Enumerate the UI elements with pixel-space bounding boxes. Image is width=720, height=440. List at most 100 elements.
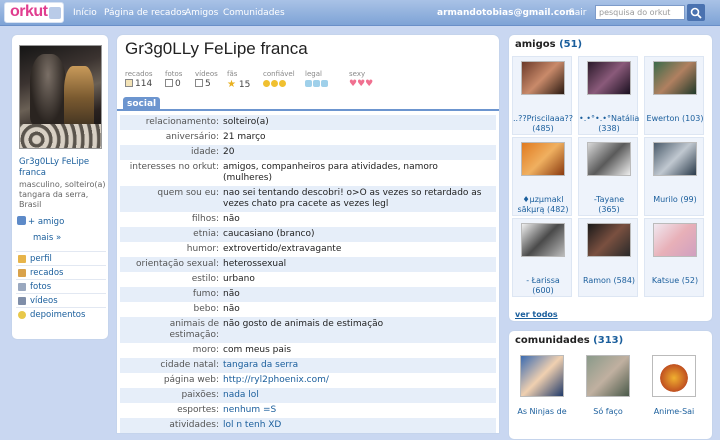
search-input[interactable]: pesquisa do orkut	[595, 5, 685, 20]
field-label: aniversário:	[165, 132, 219, 142]
community-photo[interactable]	[652, 355, 696, 397]
friend-card[interactable]: Ramon (584)	[578, 218, 638, 297]
communities-count[interactable]: (313)	[593, 335, 623, 346]
community-photo[interactable]	[520, 355, 564, 397]
friend-photo[interactable]	[653, 142, 697, 176]
stat-recados[interactable]: recados 114	[125, 70, 153, 89]
stat-confiavel: confiável	[263, 70, 295, 89]
friend-card[interactable]: Katsue (52)	[644, 218, 704, 297]
friend-card[interactable]: - Łarissa (600)	[512, 218, 572, 297]
community-name[interactable]: Só faço	[578, 407, 638, 416]
table-row: fumo: não	[120, 287, 496, 302]
table-row: cidade natal: tangara da serra	[120, 358, 496, 373]
stat-videos[interactable]: vídeos 5	[195, 70, 218, 89]
friend-photo[interactable]	[587, 223, 631, 257]
stat-fotos[interactable]: fotos 0	[165, 70, 182, 89]
friend-card[interactable]: ..??Priscilaaa?? (485)	[512, 56, 573, 135]
menu-item-perfil[interactable]: perfil	[16, 251, 106, 265]
table-row: quem sou eu: nao sei tentando descobri! o…	[120, 186, 496, 212]
field-label: cidade natal:	[160, 360, 219, 370]
stat-fas[interactable]: fãs ★ 15	[227, 70, 250, 90]
heart-icon: ♥	[349, 79, 358, 89]
smiley-icon	[279, 80, 286, 87]
nav-inicio[interactable]: Início	[73, 8, 97, 18]
friend-card[interactable]: Ewerton (103)	[644, 56, 704, 135]
nav-comunidades[interactable]: Comunidades	[223, 8, 285, 18]
more-link[interactable]: mais »	[33, 233, 61, 243]
field-value: solteiro(a)	[223, 117, 269, 127]
profile-photo[interactable]	[19, 45, 102, 149]
add-friend-link[interactable]: + amigo	[17, 216, 64, 227]
friend-card[interactable]: •.•°•.•°Natália (338)	[578, 56, 639, 135]
see-all-friends-link[interactable]: ver todos	[515, 310, 558, 319]
community-name[interactable]: Anime-Sai	[644, 407, 704, 416]
menu-item-label: depoimentos	[30, 310, 86, 320]
page-title: Gr3g0LLy FeLipe franca	[125, 39, 308, 58]
friend-name[interactable]: Katsue (52)	[645, 276, 705, 286]
friend-card[interactable]: ♦µzµmakl sākµrą (482)	[512, 137, 572, 216]
friend-photo[interactable]	[521, 142, 565, 176]
nav-pagina-de-recados[interactable]: Página de recados	[104, 8, 186, 18]
tab-social[interactable]: social	[123, 97, 161, 111]
friend-photo[interactable]	[521, 61, 565, 95]
field-value: heterossexual	[223, 259, 287, 269]
scrap-icon	[125, 79, 133, 87]
friends-count[interactable]: (51)	[559, 39, 582, 50]
field-value[interactable]: nenhum =S	[219, 405, 489, 416]
friend-name[interactable]: - Łarissa (600)	[513, 276, 573, 296]
friend-name-text: •.•°•.•°Natália	[579, 114, 640, 123]
friend-card[interactable]: -Tayane (365)	[578, 137, 638, 216]
field-value: nao sei tentando descobri! o>O as vezes …	[223, 188, 482, 209]
search-button[interactable]	[687, 4, 705, 21]
stat-label: legal	[305, 70, 322, 78]
friend-photo[interactable]	[653, 223, 697, 257]
communities-title[interactable]: comunidades	[515, 335, 590, 346]
profile-name-link[interactable]: Gr3g0LLy FeLipe franca	[19, 157, 109, 179]
community-photo[interactable]	[586, 355, 630, 397]
field-value[interactable]: nada lol	[219, 390, 489, 401]
field-label: atividades:	[169, 420, 219, 430]
community-card[interactable]: Só faço	[578, 355, 638, 427]
friend-photo[interactable]	[587, 142, 631, 176]
orkut-logo[interactable]: orkut	[4, 2, 64, 23]
logout-link[interactable]: Sair	[569, 8, 586, 18]
field-label: relacionamento:	[145, 117, 219, 127]
social-table: relacionamento: solteiro(a) aniversário: 21…	[120, 115, 496, 433]
field-label: humor:	[186, 244, 219, 254]
friend-name-text: Ramon (584)	[582, 276, 636, 285]
top-bar: orkut Início Página de recados Amigos Co…	[0, 0, 720, 26]
table-row: estilo: urbano	[120, 272, 496, 287]
friend-photo[interactable]	[587, 61, 631, 95]
add-friend-icon	[17, 216, 26, 225]
field-value[interactable]: tangara da serra	[219, 360, 489, 371]
menu-item-videos[interactable]: vídeos	[16, 293, 106, 307]
nav-amigos[interactable]: Amigos	[185, 8, 218, 18]
friend-name-text: Katsue (52)	[651, 276, 699, 285]
friend-name[interactable]: Ewerton (103)	[645, 114, 705, 124]
friend-name[interactable]: ♦µzµmakl sākµrą (482)	[513, 195, 573, 215]
friend-card[interactable]: Murilo (99)	[644, 137, 704, 216]
menu-item-recados[interactable]: recados	[16, 265, 106, 279]
friend-name[interactable]: Ramon (584)	[579, 276, 639, 286]
profile-stats: recados 114 fotos 0 vídeos 5 fãs ★ 15 confiá…	[125, 70, 495, 94]
profile-description: masculino, solteiro(a) tangara da serra,…	[19, 180, 106, 209]
friend-name[interactable]: ..??Priscilaaa?? (485)	[513, 114, 573, 134]
friend-photo[interactable]	[521, 223, 565, 257]
field-value[interactable]: http://ryl2phoenix.com/	[219, 375, 489, 386]
friend-name[interactable]: -Tayane (365)	[579, 195, 639, 215]
scrap-icon	[18, 269, 26, 277]
community-name[interactable]: As Ninjas de	[512, 407, 572, 416]
stat-label: sexy	[349, 70, 366, 78]
photos-icon	[18, 283, 26, 291]
friend-name[interactable]: •.•°•.•°Natália (338)	[579, 114, 639, 134]
community-card[interactable]: As Ninjas de	[512, 355, 572, 427]
menu-item-depoimentos[interactable]: depoimentos	[16, 307, 106, 321]
community-card[interactable]: Anime-Sai	[644, 355, 704, 427]
field-value: urbano	[223, 274, 255, 284]
friends-title[interactable]: amigos	[515, 39, 556, 50]
friend-photo[interactable]	[653, 61, 697, 95]
table-row: aniversário: 21 março	[120, 130, 496, 145]
friend-name[interactable]: Murilo (99)	[645, 195, 705, 205]
menu-item-fotos[interactable]: fotos	[16, 279, 106, 293]
field-value[interactable]: lol n tenh XD	[219, 420, 489, 431]
